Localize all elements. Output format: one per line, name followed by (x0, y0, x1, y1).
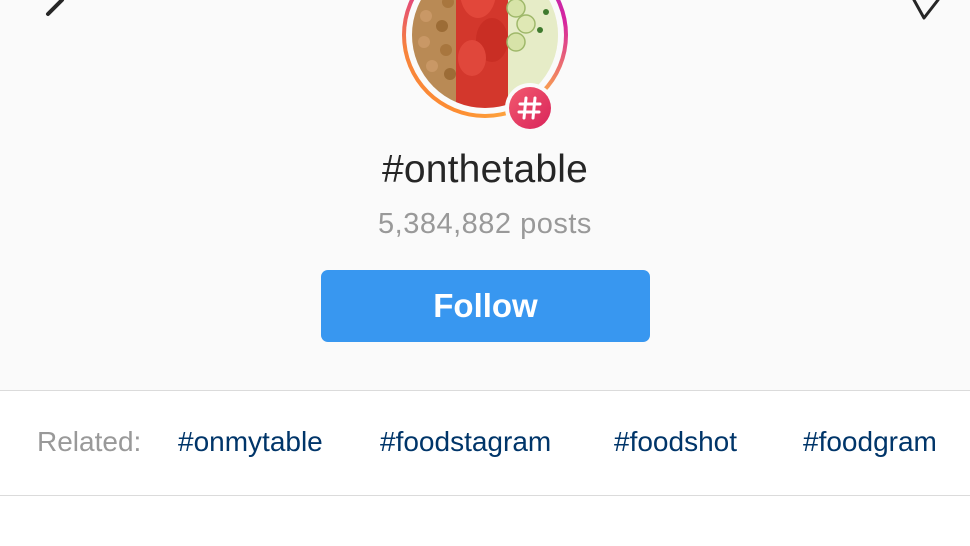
related-tag-foodshot[interactable]: #foodshot (614, 426, 737, 458)
hashtag-badge (505, 83, 555, 133)
tomato-section (456, 0, 508, 108)
direct-send-icon[interactable] (900, 0, 960, 24)
related-tag-onmytable[interactable]: #onmytable (178, 426, 323, 458)
follow-button[interactable]: Follow (321, 270, 650, 342)
related-tag-foodgram[interactable]: #foodgram (803, 426, 937, 458)
back-arrow-icon[interactable] (30, 0, 90, 24)
related-label: Related: (37, 426, 142, 457)
hashtag-header: #onthetable 5,384,882 posts Follow (0, 0, 970, 391)
hashtag-badge-icon (517, 96, 542, 120)
related-hashtags-bar: Related: #onmytable #foodstagram #foodsh… (0, 391, 970, 496)
post-count: 5,384,882 posts (378, 208, 592, 240)
related-tag-foodstagram[interactable]: #foodstagram (380, 426, 551, 458)
hashtag-title: #onthetable (381, 148, 589, 191)
hashtag-avatar (402, 0, 568, 133)
